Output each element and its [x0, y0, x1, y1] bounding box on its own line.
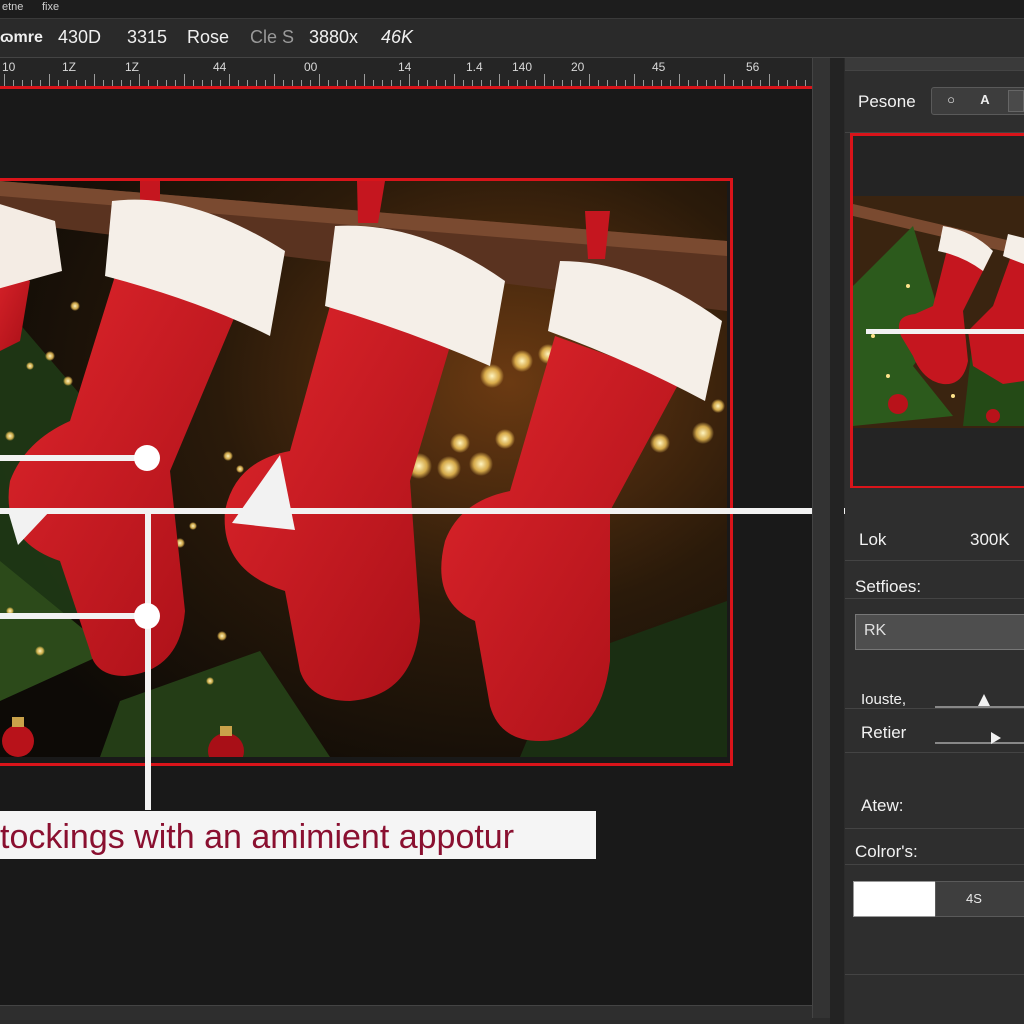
preview-thumbnail [853, 136, 1024, 480]
ruler-tick [49, 74, 50, 86]
panel-header-label: Pesone [858, 92, 916, 111]
slider1-thumb[interactable] [978, 694, 990, 706]
option-mode[interactable]: Rose [187, 27, 229, 48]
panel-header: Pesone ○ A [845, 70, 1024, 133]
colors-row: Colror's: [845, 828, 1024, 865]
panel-button-group: ○ A [931, 87, 1024, 115]
ruler-label: 140 [512, 60, 533, 74]
atew-row: Atew: [845, 778, 1024, 829]
vertical-scrollbar[interactable] [812, 58, 831, 1018]
lok-label: Lok [859, 530, 887, 549]
ruler-tick [364, 74, 365, 86]
ruler-label: 10 [2, 60, 16, 74]
pointer-arrow-right [232, 455, 295, 530]
settings-label: Setfioes: [855, 577, 922, 596]
ruler-tick [634, 74, 635, 86]
slider2-thumb[interactable] [991, 732, 1001, 744]
color-swatch[interactable] [853, 881, 937, 917]
ruler-tick [274, 74, 275, 86]
ruler-label: 00 [304, 60, 318, 74]
ruler-tick [94, 74, 95, 86]
ruler-label: 1.4 [466, 60, 483, 74]
slider2-row: Retier [845, 710, 1024, 753]
ruler-tick [544, 74, 545, 86]
ruler-tick [589, 74, 590, 86]
option-width[interactable]: 430D [58, 27, 101, 48]
ruler-tick [679, 74, 680, 86]
ruler-tick [454, 74, 455, 86]
ruler-tick [724, 74, 725, 86]
option-resolution[interactable]: 3880x [309, 27, 358, 48]
guide-handle-lower[interactable] [134, 603, 160, 629]
ruler-label: 56 [746, 60, 760, 74]
ruler-label: 14 [398, 60, 412, 74]
horizontal-scrollbar[interactable] [0, 1005, 812, 1020]
caption-box[interactable]: tockings with an amimient appotur [0, 811, 596, 859]
ruler-label: 44 [213, 60, 227, 74]
guide-line-lower [0, 613, 148, 619]
navigator-preview[interactable] [850, 133, 1024, 489]
ruler-tick [4, 74, 5, 86]
pointer-arrow-left [8, 511, 50, 545]
ruler-tick [769, 74, 770, 86]
slider2-track[interactable] [935, 742, 1024, 744]
settings-field-value: RK [864, 622, 887, 639]
ruler-label: 45 [652, 60, 666, 74]
menu-bar: etne fixe [0, 0, 1024, 19]
panel-controls: Lok 300K Setfioes: RK Iouste, Retier Ate… [845, 488, 1024, 1024]
options-bar: ɷmre 430D 3315 Rose Cle S 3880x 46K [0, 19, 1024, 58]
ruler-tick [229, 74, 230, 86]
ruler-tick [499, 74, 500, 86]
option-size[interactable]: 46K [381, 27, 413, 48]
option-height[interactable]: 3315 [127, 27, 167, 48]
slider1-track[interactable] [935, 706, 1024, 708]
color-value: 4S [966, 891, 982, 906]
canvas-top-border [0, 86, 812, 89]
panel-divider[interactable] [830, 58, 844, 1024]
slider1-row: Iouste, [845, 668, 1024, 709]
tool-preset[interactable]: ɷmre [0, 29, 43, 47]
menu-item-etne[interactable]: etne [2, 1, 23, 13]
ruler-label: 1Z [62, 60, 77, 74]
circle-icon[interactable]: ○ [938, 90, 964, 110]
ruler-tick [184, 74, 185, 86]
settings-field[interactable]: RK [855, 614, 1024, 650]
menu-item-fixe[interactable]: fixe [42, 1, 59, 13]
panel-empty-row [845, 928, 1024, 975]
caption-text: tockings with an amimient appotur [0, 818, 515, 856]
ruler-label: 1Z [125, 60, 140, 74]
color-value-field[interactable]: 4S [935, 881, 1024, 917]
ruler-label: 20 [571, 60, 585, 74]
colors-label: Colror's: [855, 842, 918, 861]
panel-menu-button[interactable] [1008, 90, 1024, 112]
slider2-label: Retier [861, 723, 907, 742]
lok-row: Lok 300K [845, 510, 1024, 561]
settings-row: Setfioes: [845, 560, 1024, 599]
lok-value[interactable]: 300K [970, 530, 1010, 550]
ruler-tick [139, 74, 140, 86]
pointer-arrows [8, 455, 295, 545]
atew-label: Atew: [861, 796, 904, 815]
horizontal-ruler: 10 1Z 1Z 44 00 14 1.4 140 20 45 56 [0, 58, 812, 87]
option-style[interactable]: Cle S [250, 27, 294, 48]
guide-line-vertical [145, 508, 151, 810]
text-tool-icon[interactable]: A [972, 90, 998, 110]
slider1-label: Iouste, [861, 691, 907, 708]
ruler-tick [319, 74, 320, 86]
ruler-tick [409, 74, 410, 86]
